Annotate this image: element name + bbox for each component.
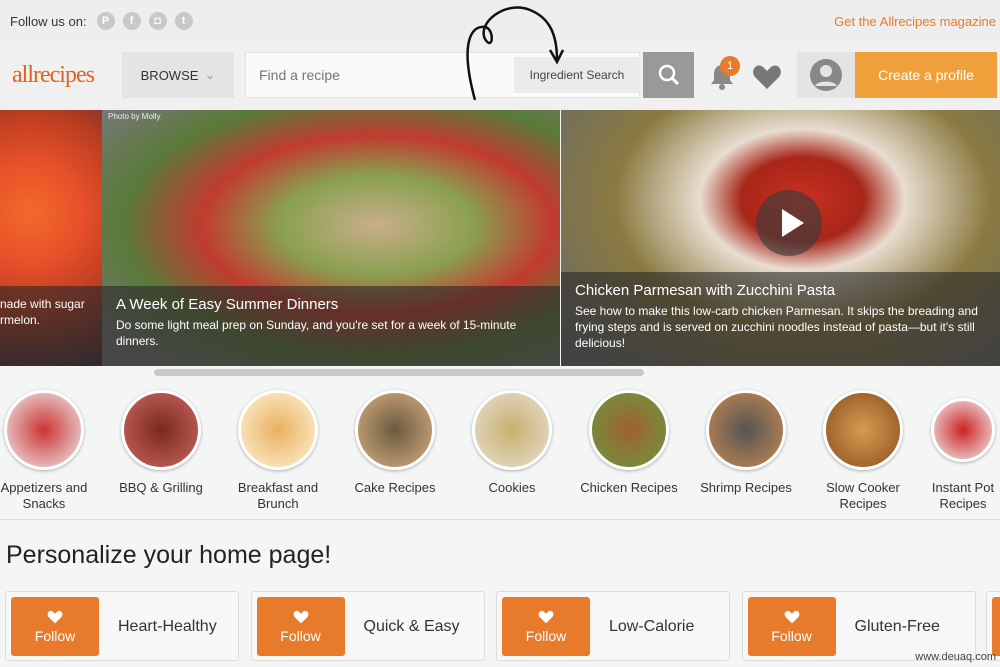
category-image	[4, 390, 84, 470]
category-image	[121, 390, 201, 470]
slide-title: Chicken Parmesan with Zucchini Pasta	[575, 282, 836, 299]
category-item[interactable]: Appetizers and Snacks	[0, 390, 99, 512]
category-item[interactable]: Instant Pot Recipes	[928, 390, 998, 512]
category-label: Breakfast and Brunch	[237, 480, 319, 511]
heart-icon[interactable]	[752, 64, 782, 90]
follow-label: Follow	[280, 627, 321, 644]
category-item[interactable]: BBQ & Grilling	[106, 390, 216, 496]
preference-label: Gluten-Free	[854, 618, 940, 635]
follow-button[interactable]: Follow	[502, 597, 590, 656]
watermark: www.deuaq.com	[915, 651, 996, 663]
category-image	[931, 398, 995, 462]
search-input[interactable]	[246, 53, 506, 97]
search-button[interactable]	[643, 52, 694, 98]
pinterest-icon[interactable]: P	[96, 12, 115, 30]
magazine-link[interactable]: Get the Allrecipes magazine	[834, 14, 996, 29]
category-item[interactable]: Slow Cooker Recipes	[808, 390, 918, 512]
preference-label: Low-Calorie	[609, 618, 695, 635]
heart-icon	[293, 610, 308, 623]
browse-label: BROWSE	[140, 67, 199, 83]
header: allrecipes BROWSE ⌄ Ingredient Search 1 C…	[0, 42, 1000, 110]
notification-badge: 1	[720, 56, 740, 76]
category-item[interactable]: Chicken Recipes	[574, 390, 684, 496]
heart-icon	[538, 610, 554, 623]
category-label: Slow Cooker Recipes	[826, 480, 900, 511]
category-image	[238, 390, 318, 470]
category-item[interactable]: Cake Recipes	[340, 390, 450, 496]
category-label: Appetizers and Snacks	[0, 480, 88, 511]
category-label: Chicken Recipes	[580, 480, 678, 495]
preference-card: Follow Low-Calorie	[496, 591, 730, 661]
category-label: BBQ & Grilling	[119, 480, 203, 495]
slide-description: Do some light meal prep on Sunday, and y…	[116, 318, 517, 348]
follow-button[interactable]: Follow	[11, 597, 99, 656]
preference-card: Follow Quick & Easy	[250, 591, 485, 661]
photo-credit: Photo by Molly	[108, 112, 161, 121]
category-item[interactable]: Shrimp Recipes	[691, 390, 801, 496]
category-image	[706, 390, 786, 470]
logo[interactable]: allrecipes	[12, 62, 95, 89]
category-image	[355, 390, 435, 470]
create-profile-button[interactable]: Create a profile	[855, 52, 997, 98]
category-item[interactable]: Breakfast and Brunch	[223, 390, 333, 512]
category-image	[589, 390, 669, 470]
top-bar: Follow us on: P f ◘ t Get the Allrecipes…	[0, 0, 1000, 42]
category-label: Shrimp Recipes	[700, 480, 792, 495]
follow-us-label: Follow us on:	[10, 13, 87, 29]
slide-description: nade with sugar rmelon.	[0, 297, 85, 327]
category-label: Cake Recipes	[354, 480, 436, 495]
preference-card: Follow Heart-Healthy	[5, 591, 239, 661]
slide-title: A Week of Easy Summer Dinners	[116, 296, 339, 313]
twitter-icon[interactable]: t	[174, 12, 193, 30]
preference-label: Heart-Healthy	[118, 618, 217, 635]
follow-label: Follow	[771, 627, 812, 644]
search-box: Ingredient Search	[245, 52, 640, 98]
browse-button[interactable]: BROWSE ⌄	[122, 52, 234, 98]
preference-label: Quick & Easy	[363, 618, 460, 635]
follow-button[interactable]: Follow	[747, 597, 836, 656]
category-label: Instant Pot Recipes	[931, 480, 995, 511]
user-icon	[810, 59, 842, 91]
carousel-scrollbar[interactable]	[154, 369, 644, 376]
category-label: Cookies	[488, 480, 536, 495]
follow-label: Follow	[525, 627, 567, 644]
heart-icon	[47, 610, 63, 623]
category-image	[823, 390, 903, 470]
avatar[interactable]	[797, 52, 855, 98]
follow-label: Follow	[34, 627, 76, 644]
play-icon[interactable]	[756, 190, 822, 256]
chevron-down-icon: ⌄	[204, 67, 216, 82]
carousel-slide[interactable]: Photo by Molly A Week of Easy Summer Din…	[102, 110, 560, 366]
ingredient-search-button[interactable]: Ingredient Search	[514, 57, 640, 93]
featured-carousel[interactable]: nade with sugar rmelon. Photo by Molly A…	[0, 110, 1000, 366]
category-list: Appetizers and Snacks BBQ & Grilling Break…	[0, 390, 1000, 520]
follow-button[interactable]: Follow	[256, 597, 345, 656]
slide-description: See how to make this low-carb chicken Pa…	[575, 304, 978, 350]
personalize-title: Personalize your home page!	[6, 541, 332, 569]
facebook-icon[interactable]: f	[122, 12, 141, 30]
category-item[interactable]: Cookies	[457, 390, 567, 496]
heart-icon	[784, 610, 799, 623]
carousel-slide[interactable]: Chicken Parmesan with Zucchini Pasta See …	[561, 110, 1000, 366]
instagram-icon[interactable]: ◘	[148, 12, 167, 30]
search-icon	[658, 64, 679, 86]
category-image	[472, 390, 552, 470]
carousel-slide[interactable]: nade with sugar rmelon.	[0, 110, 102, 366]
